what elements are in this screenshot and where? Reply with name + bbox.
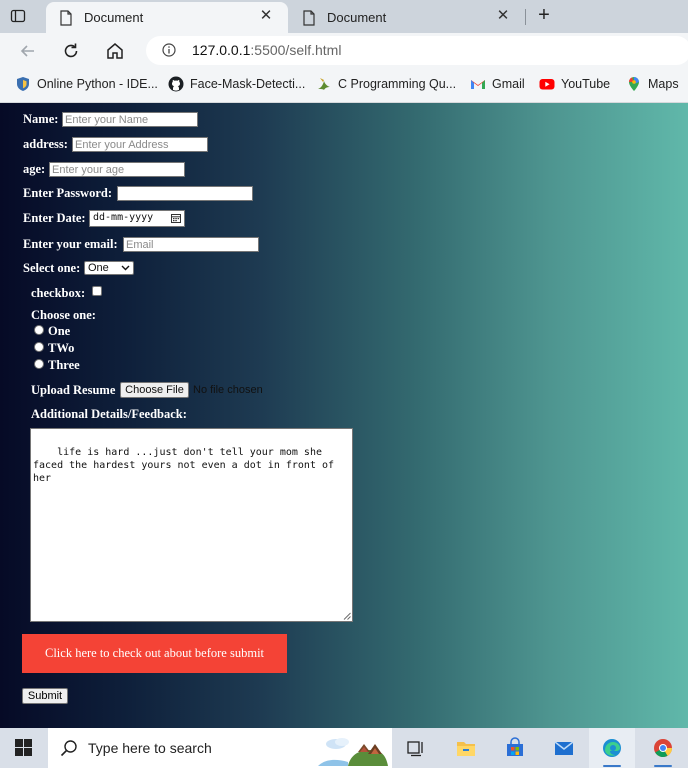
refresh-icon[interactable]: [61, 41, 81, 61]
tab-document[interactable]: Document ✕: [289, 2, 525, 33]
feedback-textarea[interactable]: life is hard ...just don't tell your mom…: [30, 428, 353, 622]
address-label: address:: [23, 137, 68, 151]
calendar-icon[interactable]: [171, 213, 181, 223]
age-label: age:: [23, 162, 46, 176]
radio-one-label: One: [48, 324, 71, 338]
task-view-icon[interactable]: [405, 737, 427, 759]
date-label: Enter Date:: [23, 211, 86, 225]
radio-two-label: TWo: [48, 341, 75, 355]
date-value: dd-mm-yyyy: [93, 212, 154, 223]
mail-icon[interactable]: [553, 737, 575, 759]
chevron-down-icon: [121, 265, 130, 271]
resize-grip-icon[interactable]: [343, 612, 351, 620]
taskbar-search[interactable]: Type here to search: [48, 728, 392, 768]
name-label: Name:: [23, 112, 59, 126]
maps-pin-icon: [629, 77, 639, 91]
email-input[interactable]: [123, 237, 259, 252]
name-input[interactable]: [62, 112, 198, 127]
document-icon: [303, 10, 315, 26]
new-tab-icon[interactable]: +: [535, 5, 553, 25]
file-status: No file chosen: [193, 384, 263, 396]
select-value: One: [88, 262, 109, 274]
active-app-indicator: [603, 765, 621, 767]
edge-icon[interactable]: [601, 737, 623, 759]
info-icon[interactable]: [162, 43, 176, 57]
document-icon: [60, 10, 72, 26]
chrome-icon[interactable]: [652, 737, 674, 759]
tab-divider: [525, 9, 526, 25]
windows-start-icon[interactable]: [15, 739, 32, 756]
address-bar-row: 127.0.0.1:5500/self.html: [0, 33, 688, 69]
microsoft-store-icon[interactable]: [504, 737, 526, 759]
password-label: Enter Password:: [23, 186, 113, 200]
tab-document-active[interactable]: Document ✕: [46, 2, 288, 33]
checkbox[interactable]: [92, 286, 102, 296]
submit-button[interactable]: Submit: [22, 688, 68, 704]
choose-one-label: Choose one:: [31, 308, 96, 322]
radio-three[interactable]: [34, 359, 44, 369]
form-page: Name: address: age: Enter Password: Ente…: [0, 103, 688, 728]
gmail-icon: [471, 80, 485, 89]
running-app-indicator: [654, 765, 672, 767]
upload-resume-label: Upload Resume: [31, 383, 116, 397]
address-input[interactable]: [72, 137, 208, 152]
file-explorer-icon[interactable]: [455, 737, 477, 759]
tab-bar: Document ✕ Document ✕ +: [0, 0, 688, 33]
feedback-text: life is hard ...just don't tell your mom…: [33, 447, 341, 484]
youtube-icon: [539, 79, 555, 90]
radio-three-label: Three: [48, 358, 80, 372]
tab-title: Document: [327, 10, 387, 25]
search-highlight-illustration-icon: [318, 738, 388, 766]
radio-one[interactable]: [34, 325, 44, 335]
bird-icon: [318, 78, 330, 90]
about-button[interactable]: Click here to check out about before sub…: [22, 634, 287, 673]
url-text: 127.0.0.1:5500/self.html: [192, 42, 342, 58]
date-input[interactable]: dd-mm-yyyy: [89, 210, 185, 227]
tab-title: Document: [84, 10, 144, 25]
checkbox-label: checkbox:: [31, 286, 86, 300]
url-field[interactable]: 127.0.0.1:5500/self.html: [146, 36, 688, 65]
radio-two[interactable]: [34, 342, 44, 352]
github-icon: [168, 76, 184, 92]
email-label: Enter your email:: [23, 237, 118, 251]
age-input[interactable]: [49, 162, 185, 177]
taskbar: Type here to search: [0, 728, 688, 768]
python-shield-icon: [17, 77, 29, 91]
select-label: Select one:: [23, 261, 81, 275]
close-tab-icon[interactable]: ✕: [495, 8, 511, 24]
select-dropdown[interactable]: One: [84, 261, 134, 275]
search-placeholder: Type here to search: [88, 740, 212, 756]
search-icon: [60, 740, 77, 757]
tab-actions-icon[interactable]: [10, 8, 26, 24]
feedback-label: Additional Details/Feedback:: [31, 407, 187, 421]
choose-file-button[interactable]: Choose File: [120, 382, 189, 398]
close-tab-icon[interactable]: ✕: [258, 8, 274, 24]
bookmarks-bar: Online Python - IDE... Face-Mask-Detecti…: [0, 69, 688, 103]
password-input[interactable]: [117, 186, 253, 201]
back-arrow-icon[interactable]: [18, 41, 38, 61]
home-icon[interactable]: [105, 41, 125, 61]
